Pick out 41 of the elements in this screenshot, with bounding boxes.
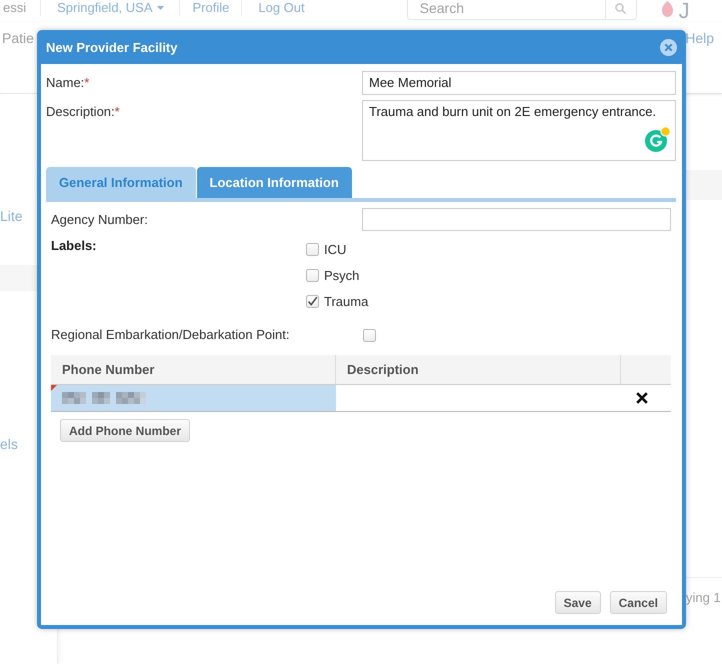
help-link[interactable]: Help — [685, 30, 714, 46]
dialog-button[interactable]: Cancel — [610, 591, 667, 614]
text-field[interactable]: Mee Memorial — [362, 71, 676, 95]
x-icon[interactable] — [636, 392, 648, 404]
tab[interactable]: Location Information — [196, 167, 352, 198]
g-badge-icon[interactable] — [645, 126, 671, 152]
checkbox[interactable] — [363, 328, 376, 342]
sidebar-item[interactable]: els — [0, 436, 18, 452]
field-label: Labels: — [51, 237, 97, 255]
nav-tab[interactable]: Patie — [2, 30, 34, 46]
checkbox-label: Psych — [324, 268, 360, 282]
field-label: Description:* — [46, 104, 120, 120]
field-label: Name:* — [46, 75, 90, 91]
search-field[interactable]: Search — [406, 0, 637, 20]
logo-icon — [662, 1, 673, 17]
description-field[interactable]: Trauma and burn unit on 2E emergency entrance. — [362, 100, 676, 161]
checkbox[interactable] — [306, 268, 319, 282]
pager-text: ying 1 — [686, 590, 721, 605]
column-header: Phone Number — [51, 355, 336, 385]
logo-text: J — [678, 0, 690, 22]
header-link[interactable]: Log Out — [258, 0, 305, 16]
checkbox-label: Trauma — [324, 294, 368, 308]
phone-number-cell[interactable] — [51, 385, 336, 412]
checkbox[interactable] — [306, 294, 319, 308]
dialog-title: New Provider Facility — [46, 40, 178, 54]
column-header: Description — [336, 355, 621, 385]
add-phone-number-button[interactable]: Add Phone Number — [60, 419, 190, 442]
checkbox[interactable] — [306, 242, 319, 256]
field-label: Agency Number: — [51, 210, 148, 229]
location-link[interactable]: Springfield, USA — [57, 0, 153, 16]
user-name: essi — [3, 0, 26, 16]
dialog-button[interactable]: Save — [554, 591, 601, 614]
agency-number-field[interactable] — [362, 208, 671, 231]
header-link[interactable]: Profile — [192, 0, 230, 16]
search-icon — [615, 2, 626, 14]
checkbox-label: ICU — [324, 242, 346, 256]
sidebar-item[interactable]: Lite — [0, 208, 23, 224]
tab[interactable]: General Information — [46, 167, 196, 198]
caret-down-icon[interactable] — [156, 6, 164, 10]
field-label: Regional Embarkation/Debarkation Point: — [51, 326, 290, 344]
close-icon[interactable] — [660, 38, 677, 56]
